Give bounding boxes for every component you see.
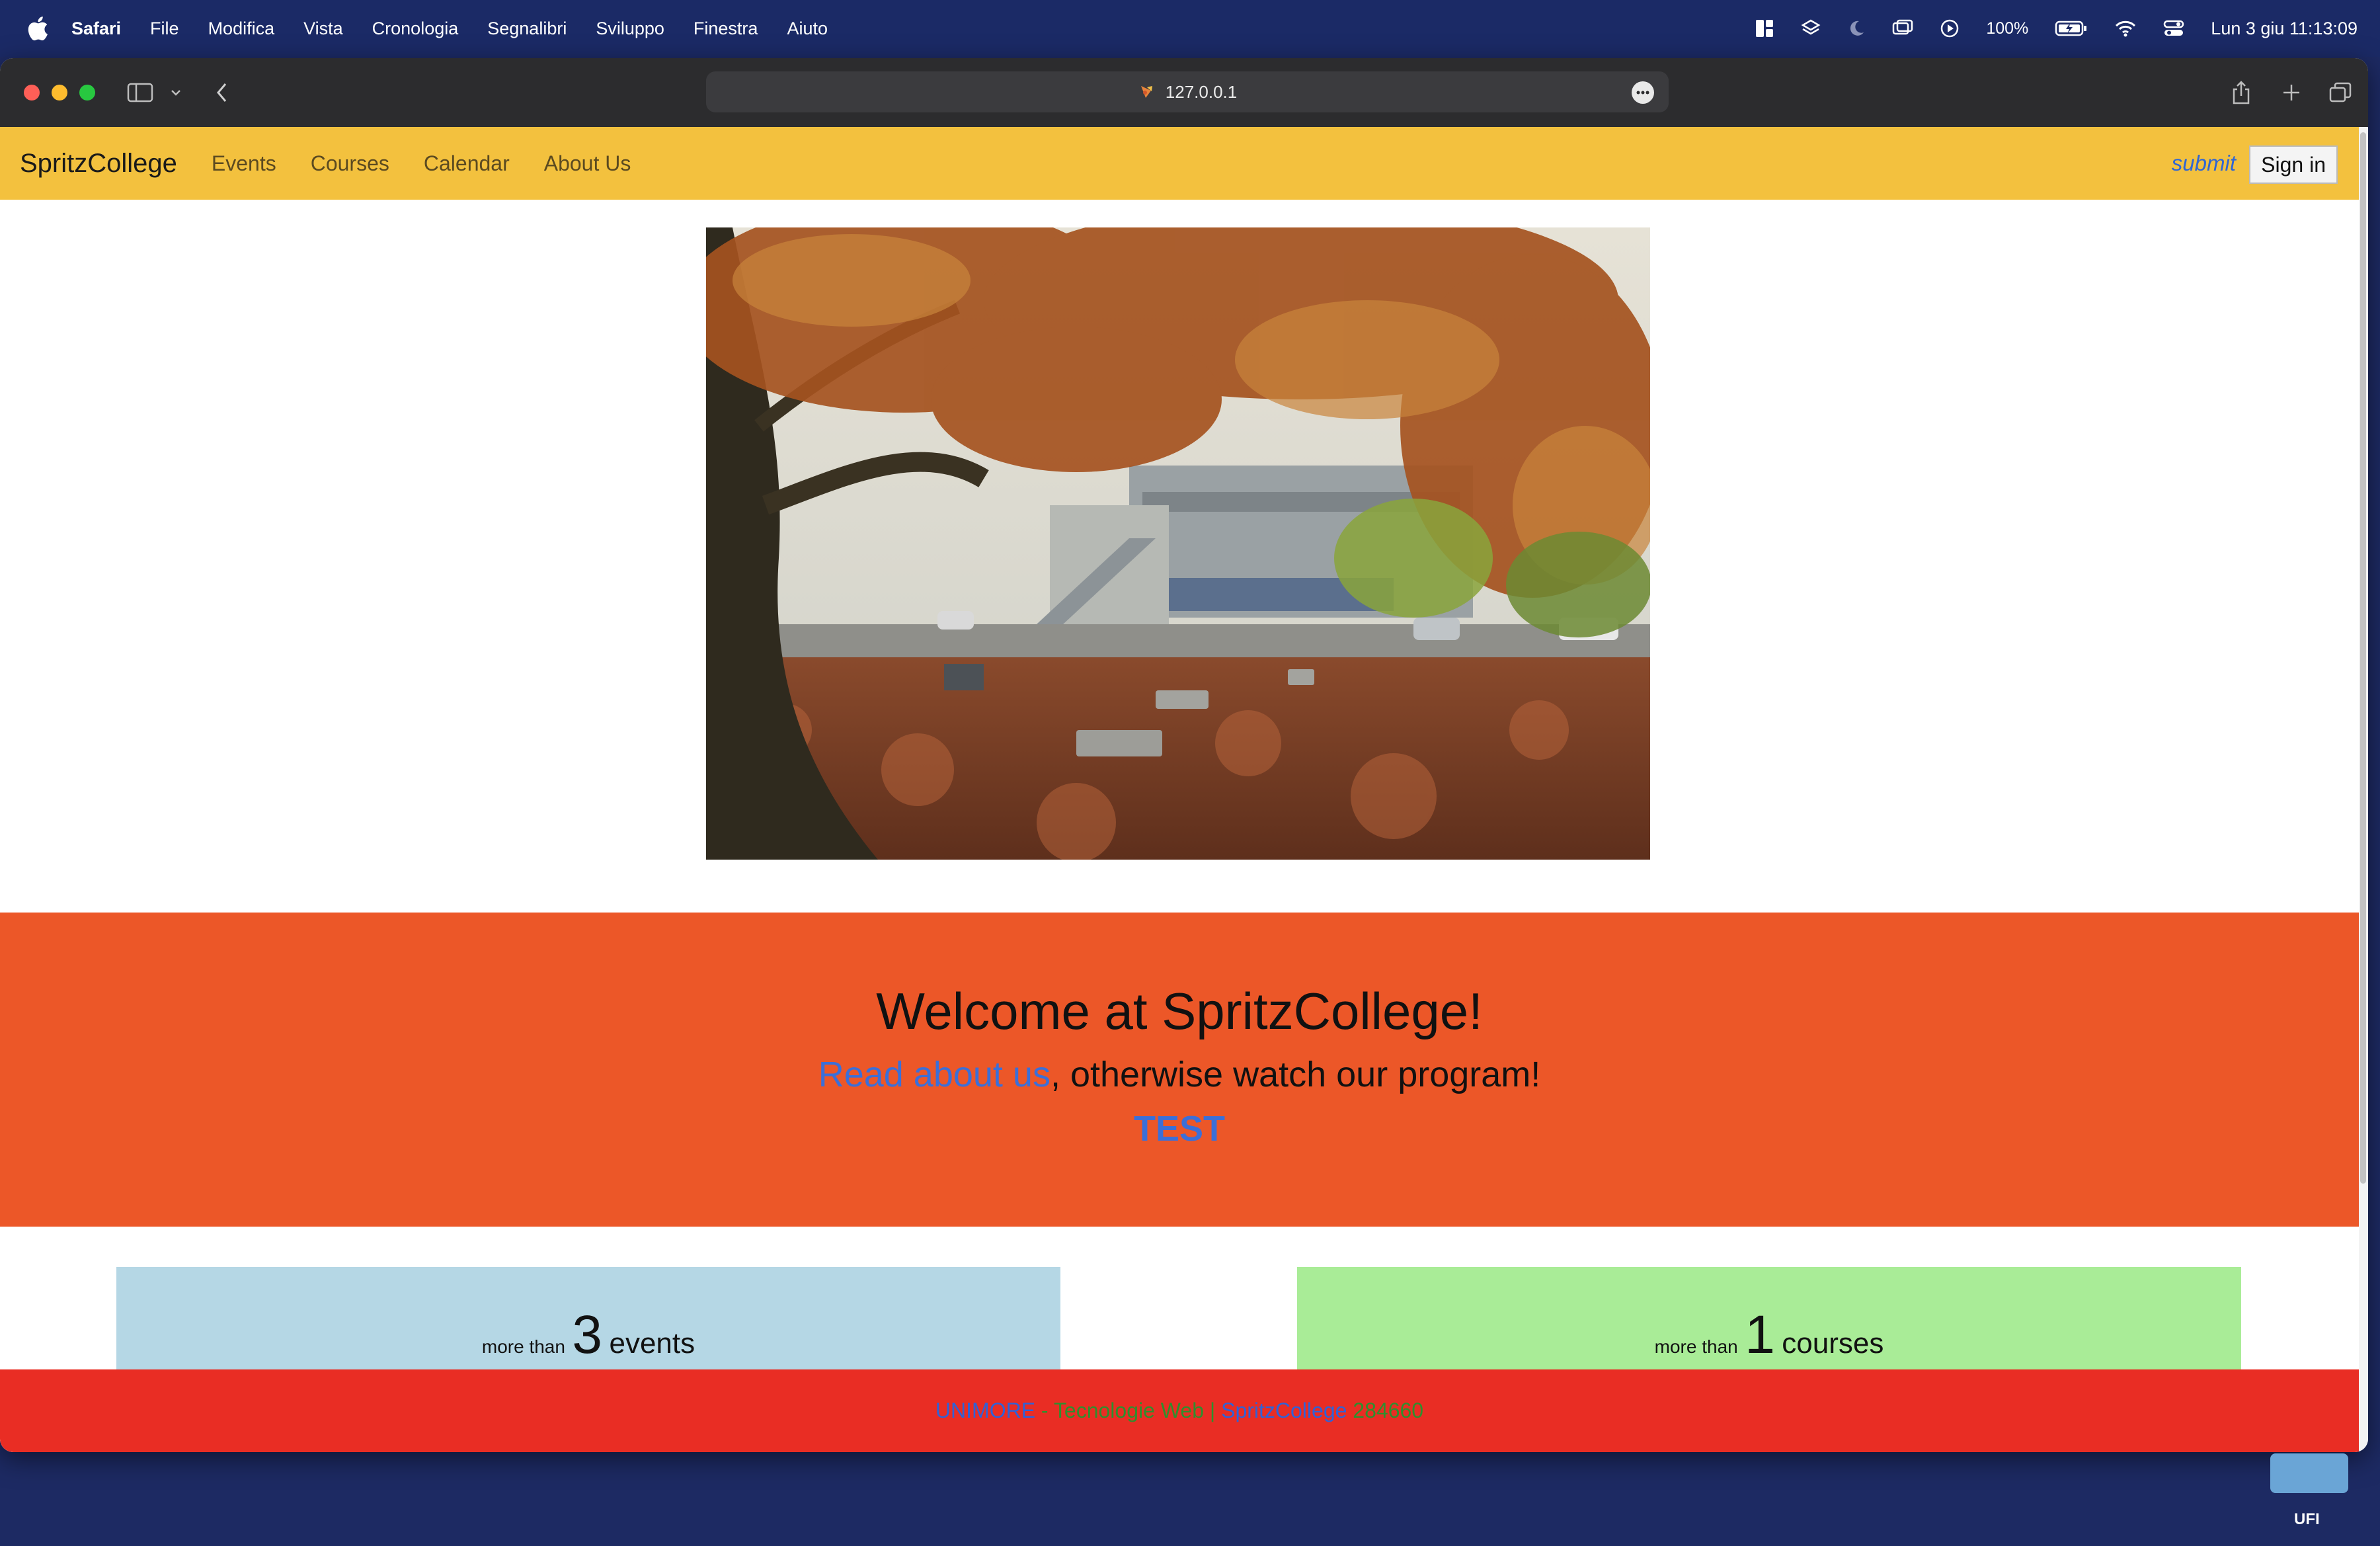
menu-finestra[interactable]: Finestra [694, 19, 758, 39]
menu-vista[interactable]: Vista [303, 19, 343, 39]
nav-link-events[interactable]: Events [212, 151, 276, 176]
share-button[interactable] [2229, 78, 2253, 107]
welcome-banner: Welcome at SpritzCollege! Read about us,… [0, 913, 2359, 1227]
events-label: events [609, 1327, 695, 1360]
menu-app-safari[interactable]: Safari [71, 19, 121, 39]
plus-icon [2283, 85, 2299, 101]
site-brand-link[interactable]: SpritzCollege [20, 149, 177, 179]
screen-mirroring-icon[interactable] [1892, 19, 1913, 38]
footer-unimore-link[interactable]: UNIMORE [935, 1399, 1035, 1422]
new-tab-button[interactable] [2280, 78, 2303, 107]
play-icon[interactable] [1940, 19, 1960, 38]
menu-modifica[interactable]: Modifica [208, 19, 275, 39]
courses-prefix: more than [1654, 1336, 1738, 1357]
wifi-icon[interactable] [2114, 20, 2137, 37]
status-area: 100% Lun 3 giu 11:13:09 [1755, 0, 2358, 57]
moon-icon[interactable] [1847, 19, 1866, 38]
welcome-title: Welcome at SpritzCollege! [876, 982, 1483, 1040]
tabs-overview-icon [2329, 82, 2352, 102]
footer-course-text: - Tecnologie Web | [1035, 1399, 1222, 1422]
chevron-down-icon [171, 90, 180, 96]
footer-student-id: 284660 [1347, 1399, 1424, 1422]
footer-spritzcollege-link[interactable]: SpritzCollege [1221, 1399, 1347, 1422]
nav-link-about-us[interactable]: About Us [544, 151, 631, 176]
tab-overview-button[interactable] [2328, 78, 2352, 107]
address-bar[interactable]: 127.0.0.1 [706, 71, 1669, 112]
menu-file[interactable]: File [150, 19, 179, 39]
menu-aiuto[interactable]: Aiuto [787, 19, 828, 39]
widgets-icon[interactable] [1755, 19, 1774, 38]
site-navbar: SpritzCollege Events Courses Calendar Ab… [0, 127, 2359, 200]
site-footer: UNIMORE - Tecnologie Web | SpritzCollege… [0, 1369, 2359, 1452]
courses-count-card[interactable]: more than 1 courses [1297, 1267, 2241, 1373]
battery-percentage: 100% [1986, 19, 2029, 38]
menu-sviluppo[interactable]: Sviluppo [596, 19, 664, 39]
macos-menu-bar: Safari File Modifica Vista Cronologia Se… [0, 0, 2380, 57]
events-prefix: more than [481, 1336, 565, 1357]
submit-link[interactable]: submit [2172, 127, 2236, 200]
layers-icon[interactable] [1801, 19, 1821, 38]
sign-in-button[interactable]: Sign in [2249, 145, 2338, 184]
minimize-window-button[interactable] [52, 85, 67, 101]
read-about-us-link[interactable]: Read about us [818, 1055, 1051, 1094]
ellipsis-icon [1636, 91, 1649, 95]
zoom-window-button[interactable] [79, 85, 95, 101]
site-favicon-icon [1140, 86, 1152, 98]
menu-segnalibri[interactable]: Segnalibri [487, 19, 567, 39]
close-window-button[interactable] [24, 85, 40, 101]
control-center-icon[interactable] [2163, 19, 2184, 38]
dock-folder-label: UFI [2294, 1510, 2320, 1528]
page-scrollbar-thumb[interactable] [2360, 132, 2366, 1184]
events-stat: more than 3 events [116, 1304, 1060, 1366]
welcome-subtitle: Read about us, otherwise watch our progr… [0, 1054, 2359, 1095]
sidebar-toggle-button[interactable] [126, 78, 155, 107]
page-menu-button[interactable] [1632, 81, 1654, 104]
browser-window: 127.0.0.1 SpritzCollege Events Courses C… [0, 58, 2368, 1452]
page-viewport: SpritzCollege Events Courses Calendar Ab… [0, 127, 2359, 1452]
test-link[interactable]: TEST [0, 1108, 2359, 1149]
share-icon [2233, 81, 2250, 104]
welcome-subtitle-text: , otherwise watch our program! [1050, 1055, 1541, 1094]
courses-stat: more than 1 courses [1297, 1304, 2241, 1366]
nav-link-calendar[interactable]: Calendar [424, 151, 510, 176]
nav-link-courses[interactable]: Courses [311, 151, 389, 176]
dock-folder-icon[interactable] [2270, 1453, 2348, 1493]
sidebar-icon [127, 83, 153, 102]
menu-clock[interactable]: Lun 3 giu 11:13:09 [2211, 19, 2358, 39]
campus-hero-image [706, 227, 1650, 860]
tab-group-dropdown[interactable] [167, 78, 185, 107]
events-count: 3 [572, 1305, 603, 1365]
menu-cronologia[interactable]: Cronologia [372, 19, 459, 39]
courses-label: courses [1782, 1327, 1884, 1360]
courses-count: 1 [1745, 1305, 1775, 1365]
chevron-left-icon [217, 83, 227, 102]
apple-icon[interactable] [25, 15, 49, 42]
url-text: 127.0.0.1 [1165, 81, 1238, 102]
events-count-card[interactable]: more than 3 events [116, 1267, 1060, 1373]
battery-icon[interactable] [2055, 20, 2088, 37]
browser-toolbar: 127.0.0.1 [0, 58, 2368, 128]
back-button[interactable] [210, 78, 234, 107]
